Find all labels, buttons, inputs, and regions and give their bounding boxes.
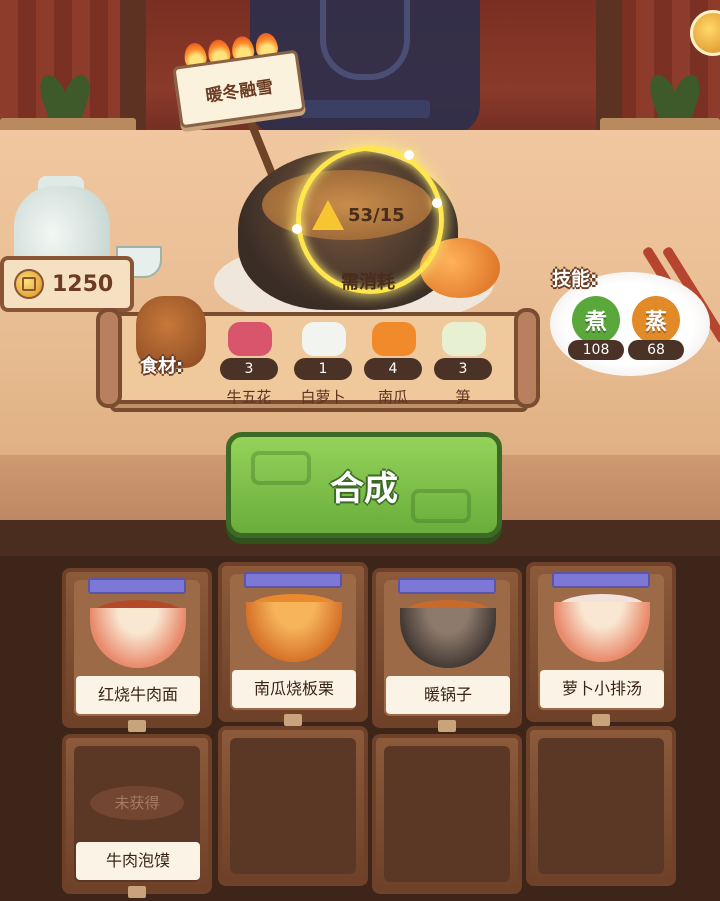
ingredient-item[interactable]: 3 笋 xyxy=(428,314,500,410)
card-rarity-tab xyxy=(88,578,186,594)
ingredient-item[interactable]: 3 牛五花 xyxy=(214,314,286,410)
card-frame xyxy=(230,738,356,874)
skill-boil[interactable]: 煮 108 xyxy=(568,296,624,360)
potted-plant-icon xyxy=(30,60,100,120)
dish-name: 南瓜烧板栗 xyxy=(232,670,356,708)
empty-slot xyxy=(526,726,676,886)
empty-slot xyxy=(218,726,368,886)
empty-slot xyxy=(372,734,522,894)
synthesize-button[interactable]: 合成 xyxy=(226,432,502,538)
bamboo-shoot-icon xyxy=(442,322,486,356)
card-rarity-tab xyxy=(552,572,650,588)
ingredient-count: 3 xyxy=(220,358,278,380)
dish-card[interactable]: 萝卜小排汤 xyxy=(526,562,676,726)
card-rarity-tab xyxy=(244,572,342,588)
dish-card-locked[interactable]: 未获得 牛肉泡馍 xyxy=(62,734,212,898)
skill-steam[interactable]: 蒸 68 xyxy=(628,296,684,360)
dish-name: 牛肉泡馍 xyxy=(76,842,200,880)
ingredients-label: 食材: xyxy=(140,356,184,377)
restaurant-sign-plate xyxy=(300,100,430,118)
sparkle-icon xyxy=(404,150,414,160)
recipe-progress-text: 53/15 xyxy=(348,204,405,226)
ingredient-count: 1 xyxy=(294,358,352,380)
potted-plant-icon xyxy=(640,60,710,120)
swirl-pattern-icon xyxy=(251,451,311,485)
event-sign-text: 暖冬融雪 xyxy=(204,76,275,107)
skill-icon: 蒸 xyxy=(632,296,680,344)
card-frame xyxy=(538,738,664,874)
ingredient-name: 笋 xyxy=(455,388,471,406)
synthesize-label: 合成 xyxy=(330,468,398,509)
consume-label: 需消耗 xyxy=(341,272,395,293)
skill-level: 108 xyxy=(568,340,624,360)
triangle-token-icon xyxy=(312,200,344,230)
restaurant-logo-icon xyxy=(320,0,410,80)
skill-level: 68 xyxy=(628,340,684,360)
restaurant-backdrop xyxy=(0,0,720,150)
coin-value: 1250 xyxy=(52,271,114,297)
dish-name: 红烧牛肉面 xyxy=(76,676,200,714)
coin-counter: 1250 xyxy=(0,256,134,312)
card-clip xyxy=(128,720,146,732)
unobtained-label: 未获得 xyxy=(90,786,184,820)
skill-icon: 煮 xyxy=(572,296,620,344)
card-clip xyxy=(592,714,610,726)
ingredient-count: 4 xyxy=(364,358,422,380)
card-clip xyxy=(284,714,302,726)
dish-card[interactable]: 暖锅子 xyxy=(372,568,522,732)
coin-icon xyxy=(14,269,44,299)
dish-name: 萝卜小排汤 xyxy=(540,670,664,708)
card-clip xyxy=(438,720,456,732)
pumpkin-icon xyxy=(372,322,416,356)
card-clip xyxy=(128,886,146,898)
scroll-handle xyxy=(514,308,540,408)
recipe-progress: 53/15 xyxy=(312,200,405,230)
scroll-handle xyxy=(96,308,122,408)
card-frame xyxy=(384,746,510,882)
skills-label: 技能: xyxy=(552,268,598,290)
dish-card[interactable]: 南瓜烧板栗 xyxy=(218,562,368,726)
dish-card[interactable]: 红烧牛肉面 xyxy=(62,568,212,732)
radish-icon xyxy=(302,322,346,356)
sparkle-icon xyxy=(292,224,302,234)
swirl-pattern-icon xyxy=(411,489,471,523)
ingredient-count: 3 xyxy=(434,358,492,380)
dish-name: 暖锅子 xyxy=(386,676,510,714)
sparkle-icon xyxy=(432,198,442,208)
card-rarity-tab xyxy=(398,578,496,594)
pork-belly-icon xyxy=(228,322,272,356)
